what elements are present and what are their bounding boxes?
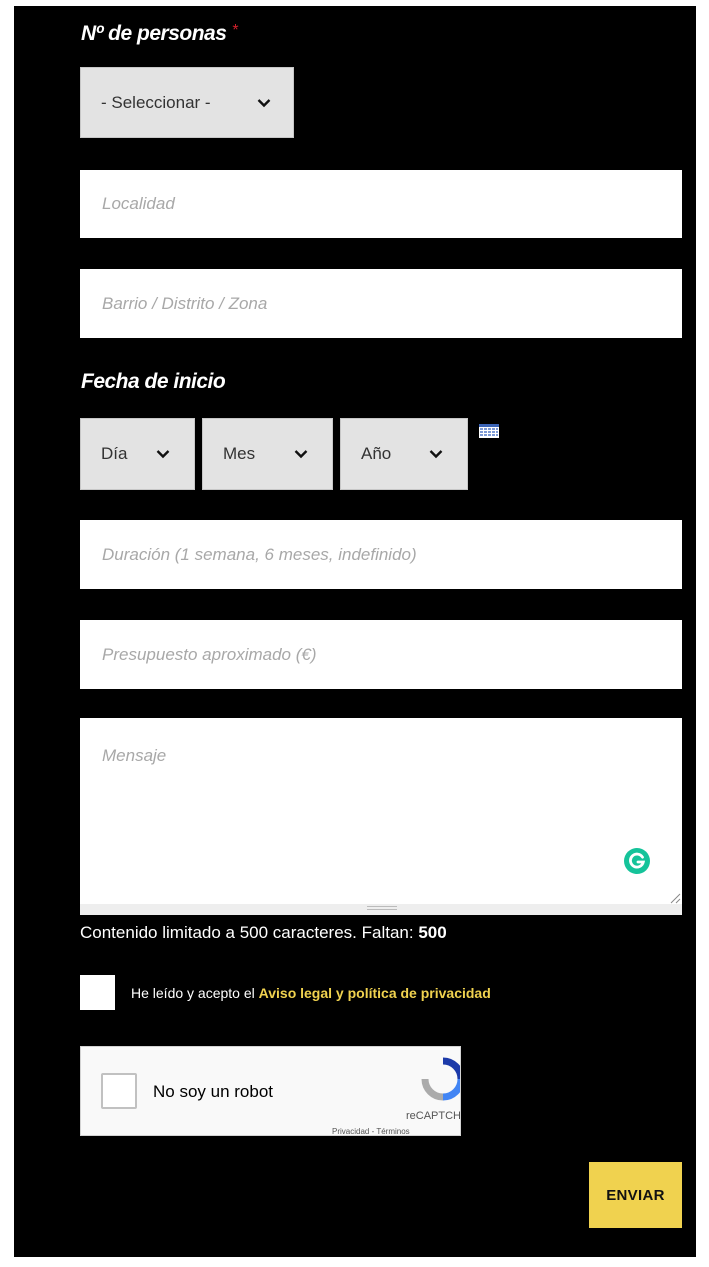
char-counter-remaining: 500 [418, 923, 447, 942]
privacy-checkbox[interactable] [80, 975, 115, 1010]
recaptcha-brand: reCAPTCHA [406, 1110, 461, 1122]
chevron-down-icon [294, 449, 308, 459]
mensaje-textarea[interactable]: Mensaje [80, 718, 682, 904]
recaptcha-checkbox[interactable] [101, 1073, 137, 1109]
presupuesto-placeholder: Presupuesto aproximado (€) [102, 644, 317, 664]
resize-grip-icon[interactable] [669, 891, 681, 909]
recaptcha-links: Privacidad - Términos [332, 1127, 410, 1136]
recaptcha-logo-icon [421, 1057, 460, 1106]
month-select-value: Mes [223, 444, 256, 463]
textarea-resize-bar[interactable] [80, 904, 682, 915]
start-date-label: Fecha de inicio [81, 370, 226, 393]
privacy-policy-link[interactable]: Aviso legal y política de privacidad [259, 985, 491, 1001]
recaptcha-terms-link[interactable]: Términos [376, 1127, 409, 1135]
recaptcha-links-separator: - [371, 1127, 375, 1136]
recaptcha-privacy-link[interactable]: Privacidad [332, 1127, 369, 1135]
localidad-input[interactable]: Localidad [80, 170, 682, 238]
duracion-input[interactable]: Duración (1 semana, 6 meses, indefinido) [80, 520, 682, 589]
year-select-value: Año [361, 444, 392, 463]
grammarly-icon[interactable] [623, 847, 651, 880]
persons-select[interactable]: - Seleccionar - [80, 67, 294, 138]
required-mark: * [232, 22, 239, 39]
char-counter: Contenido limitado a 500 caracteres. Fal… [80, 923, 447, 942]
persons-select-value: - Seleccionar - [101, 92, 211, 112]
chevron-down-icon [156, 449, 170, 459]
day-select[interactable]: Día [80, 418, 195, 490]
recaptcha-label: No soy un robot [153, 1082, 274, 1101]
barrio-input[interactable]: Barrio / Distrito / Zona [80, 269, 682, 338]
submit-button[interactable]: ENVIAR [589, 1162, 682, 1228]
persons-label: Nº de personas * [81, 22, 239, 45]
chevron-down-icon [429, 449, 443, 459]
year-select[interactable]: Año [340, 418, 468, 490]
presupuesto-input[interactable]: Presupuesto aproximado (€) [80, 620, 682, 689]
chevron-down-icon [257, 98, 271, 108]
consent-text: He leído y acepto el Aviso legal y polít… [131, 985, 491, 1001]
day-select-value: Día [101, 444, 128, 463]
month-select[interactable]: Mes [202, 418, 333, 490]
recaptcha-widget: No soy un robot reCAPTCHA Privacidad - T… [80, 1046, 461, 1136]
localidad-placeholder: Localidad [102, 194, 175, 213]
barrio-placeholder: Barrio / Distrito / Zona [102, 293, 268, 313]
calendar-icon[interactable] [479, 424, 499, 443]
mensaje-placeholder: Mensaje [102, 746, 167, 765]
duracion-placeholder: Duración (1 semana, 6 meses, indefinido) [102, 544, 417, 564]
